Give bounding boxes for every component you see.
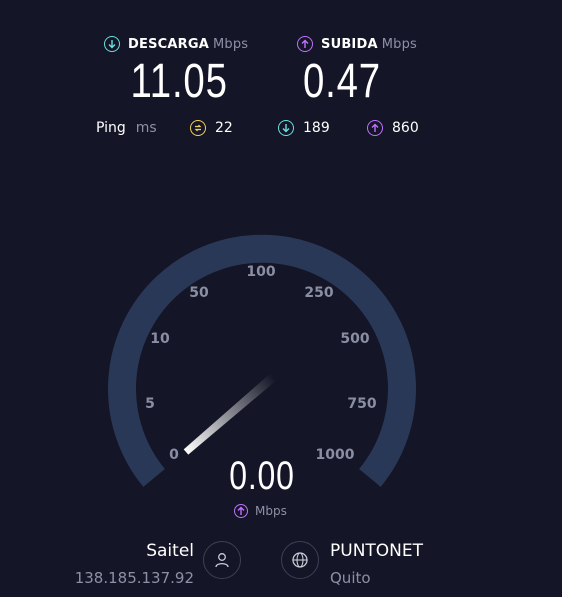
gauge-tick-500: 500 bbox=[340, 331, 370, 347]
gauge-current-value: 0.00 bbox=[229, 454, 295, 498]
client-isp-name: Saitel bbox=[146, 541, 194, 561]
gauge-unit-row: Mbps bbox=[234, 504, 287, 518]
gauge-tick-1000: 1000 bbox=[315, 447, 355, 463]
server-name[interactable]: PUNTONET bbox=[330, 541, 423, 561]
server-location: Quito bbox=[330, 569, 371, 587]
user-icon bbox=[215, 553, 229, 568]
gauge-tick-0: 0 bbox=[169, 447, 179, 463]
server-select-button[interactable] bbox=[281, 541, 319, 579]
gauge-tick-10: 10 bbox=[150, 331, 170, 347]
gauge-tick-50: 50 bbox=[189, 285, 209, 301]
gauge-tick-5: 5 bbox=[145, 396, 155, 412]
gauge-tick-250: 250 bbox=[304, 285, 334, 301]
gauge-tick-100: 100 bbox=[246, 264, 276, 280]
gauge-upload-icon bbox=[234, 504, 248, 518]
gauge-needle bbox=[183, 372, 278, 455]
gauge-unit: Mbps bbox=[255, 504, 287, 518]
gauge-track bbox=[108, 234, 416, 487]
client-ip: 138.185.137.92 bbox=[74, 569, 194, 587]
client-user-button[interactable] bbox=[203, 541, 241, 579]
globe-icon bbox=[292, 552, 308, 568]
gauge-tick-750: 750 bbox=[347, 396, 377, 412]
